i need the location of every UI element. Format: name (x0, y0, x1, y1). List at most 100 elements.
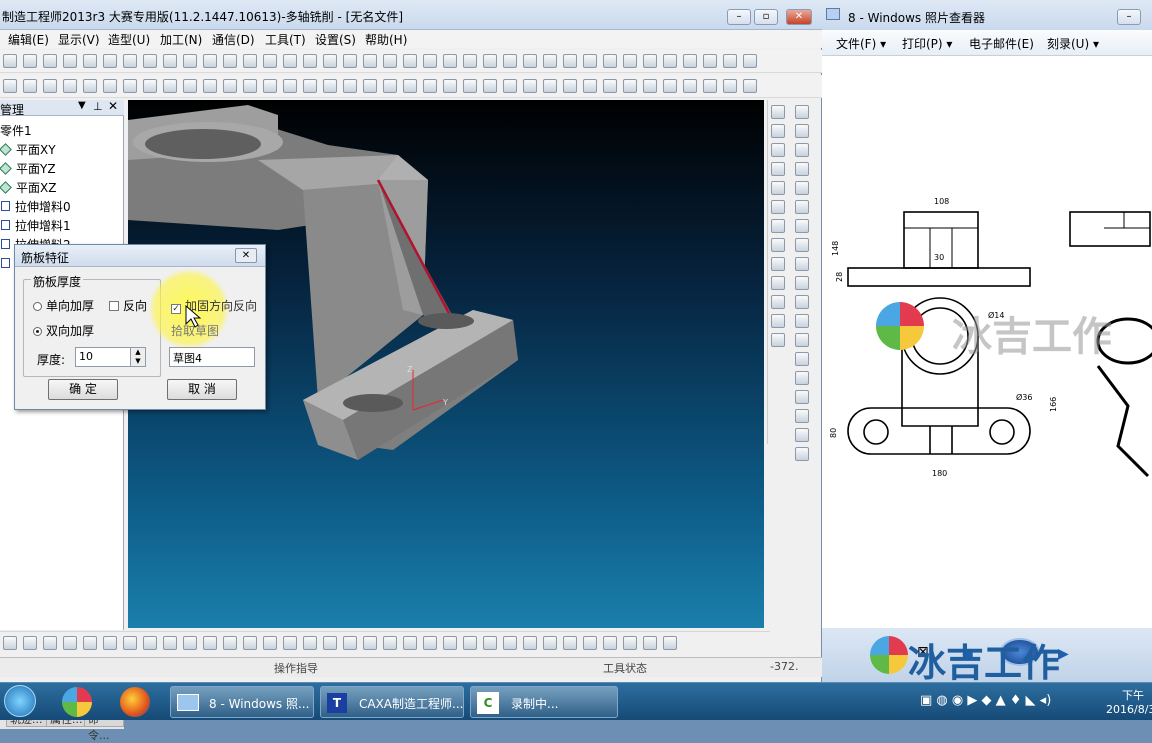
toolbar-tool-icon[interactable] (771, 162, 785, 176)
toolbar-tool-icon[interactable] (463, 54, 477, 68)
toolbar-tool-icon[interactable] (303, 636, 317, 650)
toolbar-tool-icon[interactable] (383, 636, 397, 650)
toolbar-tool-icon[interactable] (503, 636, 517, 650)
task-caxa[interactable]: T CAXA制造工程师... (320, 686, 464, 718)
toolbar-tool-icon[interactable] (443, 636, 457, 650)
toolbar-tool-icon[interactable] (43, 636, 57, 650)
menu-machining[interactable]: 加工(N) (160, 31, 202, 48)
toolbar-tool-icon[interactable] (483, 79, 497, 93)
toolbar-tool-icon[interactable] (603, 54, 617, 68)
toolbar-tool-icon[interactable] (43, 54, 57, 68)
firefox-icon[interactable] (120, 687, 150, 717)
tree-item-part[interactable]: 零件1 (0, 122, 32, 141)
toolbar-tool-icon[interactable] (795, 295, 809, 309)
dialog-close-icon[interactable]: ✕ (235, 248, 257, 263)
toolbar-tool-icon[interactable] (303, 54, 317, 68)
tree-item-xy[interactable]: 平面XY (0, 141, 56, 160)
toolbar-tool-icon[interactable] (43, 79, 57, 93)
toolbar-tool-icon[interactable] (23, 79, 37, 93)
tray-icons[interactable]: ▣ ◍ ◉ ▶ ◆ ▲ ♦ ◣ ◂) (920, 693, 1051, 708)
toolbar-tool-icon[interactable] (771, 295, 785, 309)
toolbar-tool-icon[interactable] (123, 79, 137, 93)
toolbar-tool-icon[interactable] (583, 79, 597, 93)
toolbar-tool-icon[interactable] (503, 54, 517, 68)
toolbar-tool-icon[interactable] (643, 636, 657, 650)
radio-double[interactable]: 双向加厚 (33, 322, 94, 339)
toolbar-tool-icon[interactable] (143, 54, 157, 68)
minimize-button[interactable]: – (727, 9, 751, 25)
toolbar-tool-icon[interactable] (563, 79, 577, 93)
toolbar-tool-icon[interactable] (771, 276, 785, 290)
toolbar-tool-icon[interactable] (743, 54, 757, 68)
viewer-menu-email[interactable]: 电子邮件(E) (969, 35, 1034, 52)
close-button[interactable]: ✕ (786, 9, 812, 25)
toolbar-tool-icon[interactable] (363, 79, 377, 93)
radio-single[interactable]: 单向加厚 (33, 297, 94, 314)
toolbar-tool-icon[interactable] (343, 636, 357, 650)
viewer-menu-print[interactable]: 打印(P) ▾ (902, 35, 952, 52)
menu-tools[interactable]: 工具(T) (265, 31, 306, 48)
viewer-menu-file[interactable]: 文件(F) ▾ (836, 35, 886, 52)
toolbar-tool-icon[interactable] (483, 636, 497, 650)
tree-item-xz[interactable]: 平面XZ (0, 179, 56, 198)
toolbar-tool-icon[interactable] (703, 79, 717, 93)
toolbar-tool-icon[interactable] (795, 352, 809, 366)
toolbar-tool-icon[interactable] (663, 636, 677, 650)
toolbar-tool-icon[interactable] (163, 79, 177, 93)
toolbar-tool-icon[interactable] (663, 79, 677, 93)
toolbar-tool-icon[interactable] (343, 79, 357, 93)
toolbar-tool-icon[interactable] (343, 54, 357, 68)
viewer-title-bar[interactable]: 8 - Windows 照片查看器 – (822, 0, 1152, 30)
task-photo-viewer[interactable]: 8 - Windows 照... (170, 686, 314, 718)
toolbar-tool-icon[interactable] (23, 636, 37, 650)
toolbar-tool-icon[interactable] (83, 54, 97, 68)
toolbar-tool-icon[interactable] (103, 54, 117, 68)
toolbar-tool-icon[interactable] (83, 636, 97, 650)
toolbar-tool-icon[interactable] (63, 54, 77, 68)
toolbar-tool-icon[interactable] (795, 162, 809, 176)
toolbar-tool-icon[interactable] (423, 54, 437, 68)
toolbar-tool-icon[interactable] (603, 79, 617, 93)
thickness-input[interactable]: 10 (75, 347, 131, 367)
toolbar-tool-icon[interactable] (123, 636, 137, 650)
toolbar-tool-icon[interactable] (243, 54, 257, 68)
tree-item-extrude0[interactable]: 拉伸增料0 (0, 198, 71, 217)
toolbar-tool-icon[interactable] (795, 333, 809, 347)
tree-item-extrude1[interactable]: 拉伸增料1 (0, 217, 71, 236)
toolbar-tool-icon[interactable] (163, 636, 177, 650)
task-recorder[interactable]: C 录制中... (470, 686, 618, 718)
toolbar-tool-icon[interactable] (3, 79, 17, 93)
toolbar-tool-icon[interactable] (443, 54, 457, 68)
toolbar-tool-icon[interactable] (363, 54, 377, 68)
menu-model[interactable]: 造型(U) (108, 31, 150, 48)
toolbar-tool-icon[interactable] (3, 636, 17, 650)
thickness-stepper[interactable]: ▲ ▼ (130, 347, 146, 367)
tree-close-icon[interactable]: ✕ (108, 99, 118, 113)
toolbar-tool-icon[interactable] (523, 79, 537, 93)
clock-time[interactable]: 下午 (1122, 687, 1144, 703)
toolbar-tool-icon[interactable] (583, 636, 597, 650)
toolbar-tool-icon[interactable] (243, 636, 257, 650)
check-flip[interactable]: ✓ 加固方向反向 (171, 297, 257, 314)
toolbar-tool-icon[interactable] (663, 54, 677, 68)
toolbar-tool-icon[interactable] (643, 79, 657, 93)
pin-icon[interactable]: ⊥ (93, 100, 103, 113)
toolbar-tool-icon[interactable] (143, 636, 157, 650)
clock-date[interactable]: 2016/8/3 (1106, 703, 1152, 716)
toolbar-tool-icon[interactable] (583, 54, 597, 68)
toolbar-tool-icon[interactable] (103, 79, 117, 93)
toolbar-tool-icon[interactable] (771, 181, 785, 195)
toolbar-tool-icon[interactable] (303, 79, 317, 93)
toolbar-tool-icon[interactable] (223, 54, 237, 68)
toolbar-tool-icon[interactable] (795, 238, 809, 252)
toolbar-tool-icon[interactable] (223, 79, 237, 93)
toolbar-tool-icon[interactable] (323, 54, 337, 68)
toolbar-tool-icon[interactable] (23, 54, 37, 68)
toolbar-tool-icon[interactable] (543, 636, 557, 650)
toolbar-tool-icon[interactable] (63, 636, 77, 650)
menu-help[interactable]: 帮助(H) (365, 31, 407, 48)
toolbar-tool-icon[interactable] (771, 314, 785, 328)
toolbar-tool-icon[interactable] (795, 447, 809, 461)
toolbar-tool-icon[interactable] (795, 219, 809, 233)
toolbar-tool-icon[interactable] (283, 54, 297, 68)
